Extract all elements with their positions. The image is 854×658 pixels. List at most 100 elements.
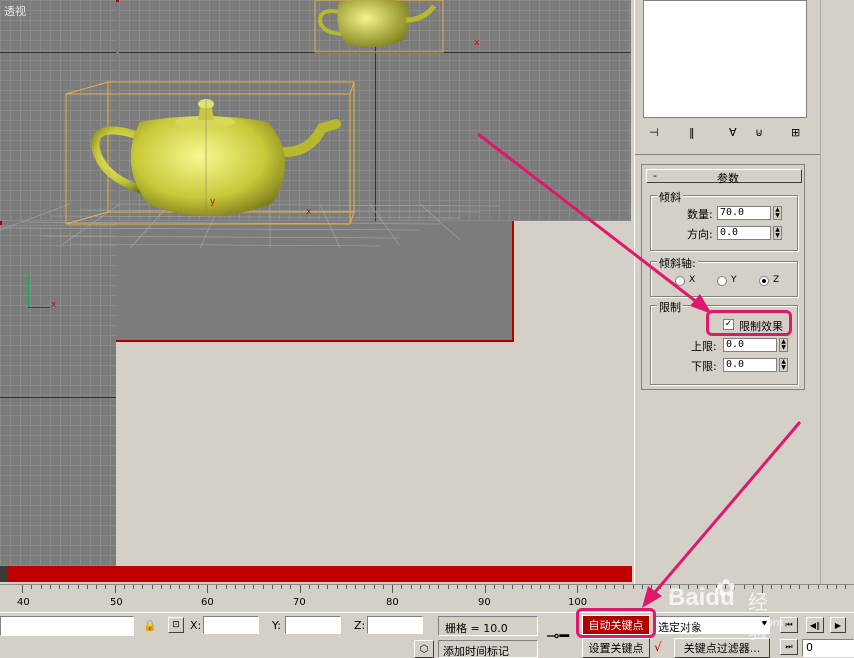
lower-limit-label: 下限: <box>691 360 717 373</box>
z-coord-field[interactable] <box>367 616 423 634</box>
y-coord-field[interactable] <box>285 616 341 634</box>
ruler-tick <box>651 585 652 589</box>
ruler-tick <box>660 585 662 589</box>
ruler-tick <box>771 585 773 589</box>
axis-x-radio[interactable] <box>675 276 685 286</box>
taper-group: 倾斜 数量: 70.0 ▲ ▼ 方向: 0.0 ▲ ▼ <box>650 189 798 251</box>
key-icon[interactable]: ⊸━ <box>546 626 569 645</box>
upper-limit-spinner[interactable]: ▲ ▼ <box>779 338 788 352</box>
ruler-tick <box>308 585 310 589</box>
time-slider-bar[interactable] <box>8 566 632 582</box>
set-key-button[interactable]: 设置关键点 <box>582 638 650 658</box>
ruler-tick <box>780 585 782 589</box>
front-axis-x: x <box>474 38 480 48</box>
prev-frame-icon[interactable]: ◀‖ <box>806 617 824 633</box>
axis-y-radio[interactable] <box>717 276 727 286</box>
ruler-tick <box>604 585 606 589</box>
ruler-tick <box>503 585 504 589</box>
ruler-tick <box>540 585 541 589</box>
teapot-front <box>314 0 444 53</box>
tick-label: 80 <box>386 597 399 608</box>
lower-limit-spinner[interactable]: ▲ ▼ <box>779 358 788 372</box>
lower-limit-field[interactable]: 0.0 <box>723 358 777 372</box>
ruler-tick <box>521 585 523 589</box>
play-icon[interactable]: ▶ <box>830 617 846 633</box>
lock-icon[interactable]: 🔒 <box>143 619 157 632</box>
configure-sets-icon[interactable]: ⊞ <box>791 126 800 139</box>
teapot-perspective: y x <box>0 81 501 249</box>
ruler-tick <box>142 585 144 589</box>
ruler-tick <box>438 585 440 589</box>
ruler-tick <box>799 585 800 589</box>
ruler-tick <box>188 585 190 589</box>
ruler-tick <box>456 585 458 589</box>
ruler-tick <box>345 585 347 589</box>
axis-z-radio[interactable] <box>759 276 769 286</box>
ruler-tick <box>355 585 356 589</box>
upper-limit-field[interactable]: 0.0 <box>723 338 777 352</box>
add-time-tag[interactable]: 添加时间标记 <box>438 640 538 658</box>
panel-divider <box>635 154 821 155</box>
direction-spinner[interactable]: ▲ ▼ <box>773 226 782 240</box>
amount-label: 数量: <box>687 208 713 221</box>
ruler-tick <box>447 585 449 589</box>
ruler-tick <box>466 585 467 589</box>
ruler-tick <box>77 585 79 589</box>
amount-field[interactable]: 70.0 <box>717 206 771 220</box>
key-mode-icon[interactable]: ⏭ <box>780 639 798 655</box>
show-end-result-icon[interactable]: ‖ <box>689 126 695 139</box>
ruler-tick <box>392 585 393 593</box>
ruler-tick <box>262 585 264 589</box>
curve-icon[interactable]: √ <box>654 640 662 654</box>
prompt-line <box>0 616 134 636</box>
ruler-tick <box>31 585 33 589</box>
ruler-tick <box>789 585 791 589</box>
modifier-stack[interactable] <box>643 0 807 118</box>
tick-label: 50 <box>110 597 123 608</box>
ruler-tick <box>216 585 218 589</box>
ruler-tick <box>68 585 70 589</box>
ruler-tick <box>382 585 384 589</box>
tick-label: 70 <box>293 597 306 608</box>
grid-display: 栅格 = 10.0 <box>438 616 538 636</box>
ruler-tick <box>197 585 199 589</box>
x-coord-field[interactable] <box>203 616 259 634</box>
panel-scrollbar[interactable] <box>820 0 854 584</box>
current-frame-field[interactable]: 0 <box>802 639 854 657</box>
ruler-tick <box>207 585 208 593</box>
rollout-header[interactable]: - 参数 <box>646 169 802 185</box>
ruler-tick <box>419 585 421 589</box>
viewport-label[interactable]: 透视 <box>4 3 26 19</box>
ruler-tick <box>845 585 847 589</box>
timeline-slider-handle[interactable] <box>0 566 8 582</box>
time-tag-icon[interactable]: ⬡ <box>414 640 434 658</box>
pin-stack-icon[interactable]: ⊣ <box>649 126 659 139</box>
absolute-mode-icon[interactable]: ⊡ <box>168 617 184 633</box>
direction-field[interactable]: 0.0 <box>717 226 771 240</box>
command-panel: ⊣ ‖ ∀ ⊍ ⊞ - 参数 倾斜 数量: 70.0 ▲ ▼ 方向: 0.0 ▲ ▼… <box>634 0 821 584</box>
ruler-tick <box>493 585 495 589</box>
ruler-tick <box>429 585 430 589</box>
ruler-tick <box>244 585 245 589</box>
taper-axis-group: 倾斜轴: X Y Z <box>650 255 798 297</box>
x-coord-label: X: <box>190 619 202 632</box>
ruler-tick <box>225 585 227 589</box>
ruler-tick <box>808 585 810 589</box>
ruler-tick <box>484 585 486 593</box>
ruler-tick <box>86 585 88 589</box>
ruler-tick <box>299 585 301 593</box>
remove-modifier-icon[interactable]: ⊍ <box>755 126 763 139</box>
make-unique-icon[interactable]: ∀ <box>729 126 737 139</box>
ruler-tick <box>595 585 597 589</box>
ruler-tick <box>836 585 837 589</box>
tick-label: 60 <box>201 597 214 608</box>
ruler-tick <box>567 585 569 589</box>
ruler-tick <box>364 585 366 589</box>
amount-spinner[interactable]: ▲ ▼ <box>773 206 782 220</box>
ruler-tick <box>743 585 745 589</box>
ruler-tick <box>49 585 51 589</box>
direction-label: 方向: <box>687 228 713 241</box>
ruler-tick <box>632 585 634 589</box>
ruler-tick <box>826 585 828 589</box>
persp-pivot-y: y <box>210 197 216 207</box>
